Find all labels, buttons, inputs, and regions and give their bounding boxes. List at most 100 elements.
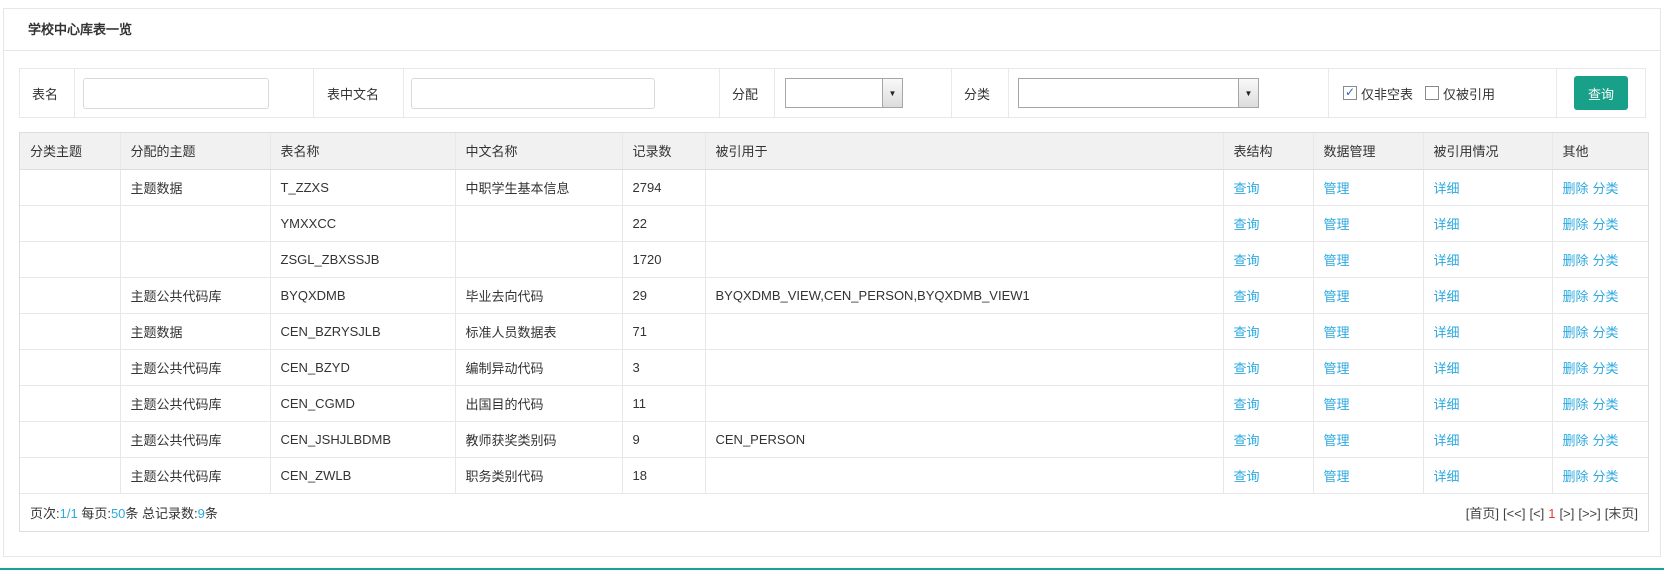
cell-table-name: BYQXDMB [270,277,456,314]
table-row: 主题数据 CEN_BZRYSJLB 标准人员数据表 71 查询 管理 详细 删除… [20,313,1648,350]
structure-query-link[interactable]: 查询 [1234,325,1260,340]
structure-query-link[interactable]: 查询 [1234,433,1260,448]
referenced-checkbox[interactable] [1425,86,1440,100]
cell-category-topic [20,313,121,350]
data-manage-link[interactable]: 管理 [1324,181,1350,196]
pagination-link[interactable]: [末页] [1605,506,1638,521]
cell-other: 删除 分类 [1552,313,1648,350]
data-manage-link[interactable]: 管理 [1324,433,1350,448]
category-select[interactable]: ▼ [1018,78,1259,108]
query-button-cell: 查询 [1557,69,1645,117]
data-manage-link[interactable]: 管理 [1324,289,1350,304]
referenced-detail-link[interactable]: 详细 [1434,325,1460,340]
classify-link[interactable]: 分类 [1593,469,1619,484]
cell-cn-name [455,205,623,242]
structure-query-link[interactable]: 查询 [1234,217,1260,232]
delete-link[interactable]: 删除 [1563,181,1589,196]
cell-referenced-info: 详细 [1423,313,1553,350]
cell-table-name: CEN_CGMD [270,385,456,422]
cell-other: 删除 分类 [1552,241,1648,278]
table-name-cell [75,69,314,117]
data-manage-link[interactable]: 管理 [1324,325,1350,340]
data-manage-link[interactable]: 管理 [1324,469,1350,484]
cell-table-structure: 查询 [1223,385,1314,422]
cell-cn-name [455,241,623,278]
pagination-link[interactable]: [<] [1529,506,1544,521]
pagination-link[interactable]: [>] [1560,506,1575,521]
cell-record-count: 71 [622,313,706,350]
table-name-input[interactable] [83,77,269,109]
cell-assigned-topic: 主题公共代码库 [120,349,271,386]
pagination-link[interactable]: [>>] [1578,506,1600,521]
delete-link[interactable]: 删除 [1563,469,1589,484]
delete-link[interactable]: 删除 [1563,397,1589,412]
cell-cn-name: 出国目的代码 [455,385,623,422]
cell-assigned-topic [120,205,271,242]
header-record-count: 记录数 [622,133,706,170]
cell-cn-name: 编制异动代码 [455,349,623,386]
data-manage-link[interactable]: 管理 [1324,397,1350,412]
delete-link[interactable]: 删除 [1563,289,1589,304]
delete-link[interactable]: 删除 [1563,217,1589,232]
cell-referenced-info: 详细 [1423,457,1553,494]
header-category-topic: 分类主题 [20,133,121,170]
cell-category-topic [20,241,121,278]
structure-query-link[interactable]: 查询 [1234,253,1260,268]
pagination-current-page: 1 [1548,505,1556,521]
cell-referenced-by: CEN_PERSON [705,421,1224,458]
summary-segment: 9 [197,505,205,521]
data-manage-link[interactable]: 管理 [1324,217,1350,232]
cell-table-name: CEN_ZWLB [270,457,456,494]
referenced-detail-link[interactable]: 详细 [1434,361,1460,376]
classify-link[interactable]: 分类 [1593,361,1619,376]
delete-link[interactable]: 删除 [1563,325,1589,340]
structure-query-link[interactable]: 查询 [1234,397,1260,412]
delete-link[interactable]: 删除 [1563,253,1589,268]
cell-cn-name: 标准人员数据表 [455,313,623,350]
cell-table-name: ZSGL_ZBXSSJB [270,241,456,278]
classify-link[interactable]: 分类 [1593,325,1619,340]
cell-data-manage: 管理 [1313,349,1424,386]
pagination-link[interactable]: [首页] [1466,506,1499,521]
structure-query-link[interactable]: 查询 [1234,361,1260,376]
referenced-detail-link[interactable]: 详细 [1434,397,1460,412]
cell-data-manage: 管理 [1313,169,1424,206]
pagination-link[interactable]: [<<] [1503,506,1525,521]
cell-other: 删除 分类 [1552,457,1648,494]
table-cn-name-input[interactable] [411,77,655,109]
delete-link[interactable]: 删除 [1563,433,1589,448]
table-container: 分类主题 分配的主题 表名称 中文名称 记录数 被引用于 表结构 数据管理 被引… [19,132,1649,532]
data-manage-link[interactable]: 管理 [1324,253,1350,268]
structure-query-link[interactable]: 查询 [1234,181,1260,196]
referenced-detail-link[interactable]: 详细 [1434,253,1460,268]
cell-other: 删除 分类 [1552,421,1648,458]
cell-record-count: 9 [622,421,706,458]
query-button[interactable]: 查询 [1574,76,1628,110]
classify-link[interactable]: 分类 [1593,253,1619,268]
nonempty-checkbox[interactable] [1343,86,1357,100]
classify-link[interactable]: 分类 [1593,181,1619,196]
structure-query-link[interactable]: 查询 [1234,469,1260,484]
cell-table-structure: 查询 [1223,277,1314,314]
referenced-detail-link[interactable]: 详细 [1434,181,1460,196]
classify-link[interactable]: 分类 [1593,217,1619,232]
delete-link[interactable]: 删除 [1563,361,1589,376]
cell-table-name: YMXXCC [270,205,456,242]
referenced-detail-link[interactable]: 详细 [1434,433,1460,448]
cell-referenced-info: 详细 [1423,421,1553,458]
referenced-detail-link[interactable]: 详细 [1434,217,1460,232]
data-manage-link[interactable]: 管理 [1324,361,1350,376]
structure-query-link[interactable]: 查询 [1234,289,1260,304]
cell-table-structure: 查询 [1223,169,1314,206]
assign-select[interactable]: ▼ [785,78,903,108]
classify-link[interactable]: 分类 [1593,397,1619,412]
referenced-detail-link[interactable]: 详细 [1434,289,1460,304]
classify-link[interactable]: 分类 [1593,433,1619,448]
cell-other: 删除 分类 [1552,205,1648,242]
summary-segment: 1/1 [59,505,78,521]
cell-table-name: CEN_BZRYSJLB [270,313,456,350]
referenced-detail-link[interactable]: 详细 [1434,469,1460,484]
cell-data-manage: 管理 [1313,421,1424,458]
assign-label: 分配 [720,69,775,117]
classify-link[interactable]: 分类 [1593,289,1619,304]
